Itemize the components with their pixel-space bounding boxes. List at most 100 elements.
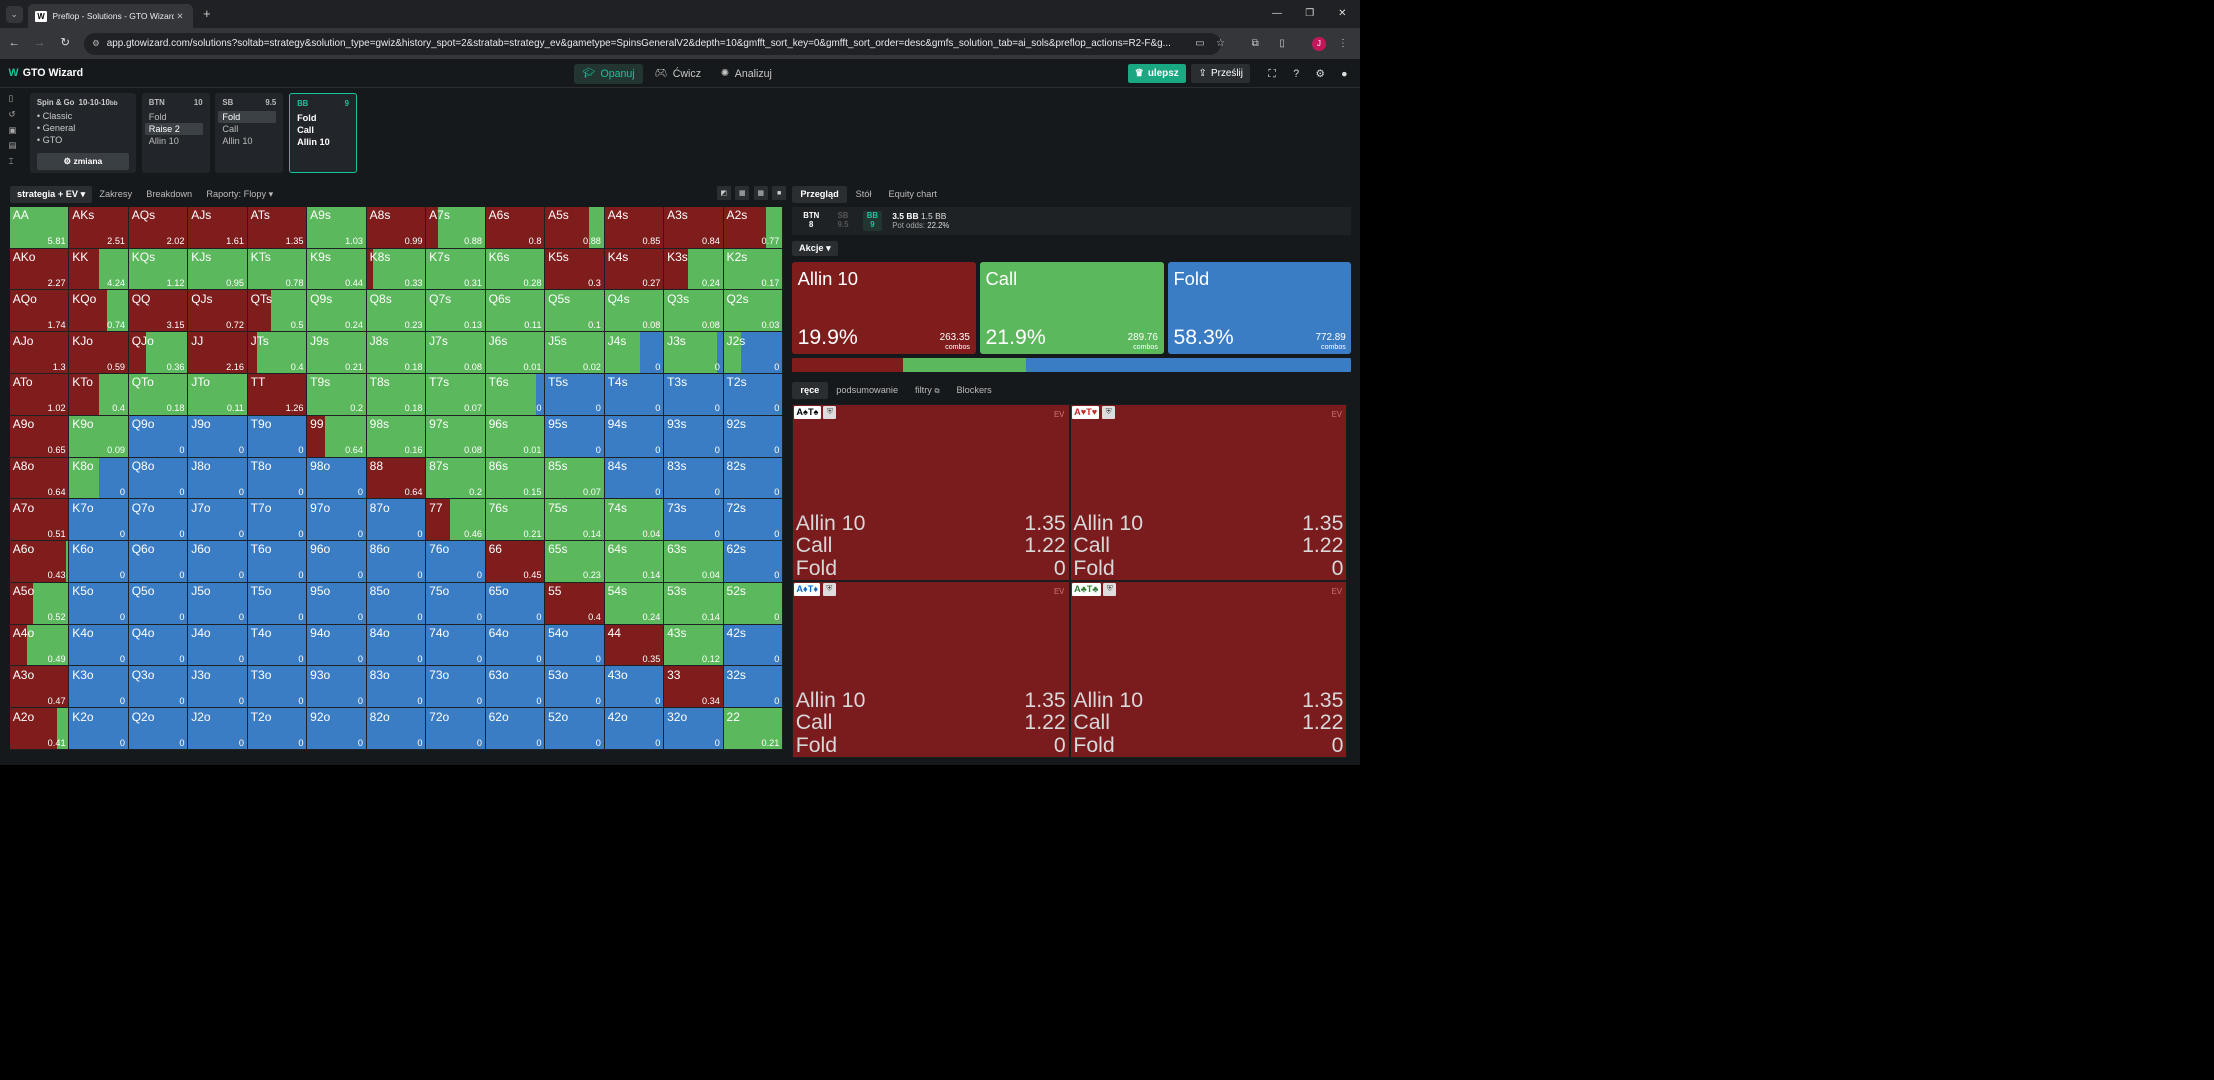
player-sb[interactable]: SB 9.5 [833, 211, 852, 231]
matrix-cell-A8s[interactable]: A8s 0.99 [366, 206, 427, 249]
spot-option[interactable]: Allin 10 [218, 135, 276, 147]
spot-bb-current[interactable]: BB 9 Fold Call Allin 10 [288, 93, 357, 173]
view-compact-icon[interactable]: ◩ [716, 185, 731, 200]
matrix-cell-52s[interactable]: 52s 0 [723, 582, 784, 625]
hand-combo-card[interactable]: A♦T♦ ⛨ EV Allin 10 1.35 Call 1.22 Fold 0 [791, 580, 1070, 758]
matrix-cell-KJo[interactable]: KJo 0.59 [69, 332, 129, 374]
spot-option[interactable]: Call [218, 123, 276, 135]
matrix-cell-K9s[interactable]: K9s 0.44 [307, 248, 367, 291]
help-icon[interactable]: ? [1289, 67, 1303, 81]
matrix-cell-72o[interactable]: 72o 0 [426, 708, 486, 750]
matrix-cell-T8o[interactable]: T8o 0 [247, 457, 308, 500]
matrix-cell-J5o[interactable]: J5o 0 [188, 582, 248, 625]
matrix-cell-A7o[interactable]: A7o 0.51 [9, 499, 70, 542]
spot-option[interactable]: Call [293, 124, 349, 136]
matrix-cell-63o[interactable]: 63o 0 [485, 666, 546, 709]
matrix-cell-64o[interactable]: 64o 0 [485, 624, 546, 667]
matrix-cell-Q9o[interactable]: Q9o 0 [128, 415, 189, 458]
bookmark-star-icon[interactable]: ☆ [1213, 37, 1227, 51]
matrix-cell-AKo[interactable]: AKo 2.27 [9, 248, 70, 291]
spot-sb[interactable]: SB 9.5 Fold Call Allin 10 [215, 93, 284, 173]
tab-blockers[interactable]: Blockers [948, 382, 1000, 399]
matrix-cell-A6s[interactable]: A6s 0.8 [485, 206, 546, 249]
tab-table[interactable]: Stół [847, 186, 880, 203]
matrix-cell-K3s[interactable]: K3s 0.24 [664, 248, 724, 291]
matrix-cell-J9s[interactable]: J9s 0.21 [307, 332, 367, 374]
history-icon[interactable]: ↺ [8, 109, 22, 125]
matrix-cell-KQo[interactable]: KQo 0.74 [69, 290, 129, 333]
matrix-cell-98o[interactable]: 98o 0 [307, 457, 367, 500]
matrix-cell-Q8s[interactable]: Q8s 0.23 [366, 290, 427, 333]
spot-option[interactable]: Fold [293, 112, 349, 124]
matrix-cell-43o[interactable]: 43o 0 [604, 666, 665, 709]
matrix-cell-97s[interactable]: 97s 0.08 [426, 415, 486, 458]
matrix-cell-62o[interactable]: 62o 0 [485, 708, 546, 750]
matrix-cell-T8s[interactable]: T8s 0.18 [366, 373, 427, 416]
settings-gear-icon[interactable]: ⚙ [1313, 67, 1327, 81]
matrix-cell-Q7s[interactable]: Q7s 0.13 [426, 290, 486, 333]
tab-strategy-ev[interactable]: strategia + EV ▾ [9, 185, 93, 203]
matrix-cell-KTo[interactable]: KTo 0.4 [69, 373, 129, 416]
matrix-cell-73o[interactable]: 73o 0 [426, 666, 486, 709]
matrix-cell-97o[interactable]: 97o 0 [307, 499, 367, 542]
share-button[interactable]: ⇪ Prześlij [1191, 64, 1251, 83]
shield-icon[interactable]: ⛨ [822, 583, 836, 596]
app-logo[interactable]: W GTO Wizard [8, 67, 83, 79]
matrix-cell-A3s[interactable]: A3s 0.84 [664, 206, 724, 249]
spot-option-selected[interactable]: Raise 2 [144, 122, 203, 136]
matrix-cell-T2s[interactable]: T2s 0 [723, 373, 784, 416]
matrix-cell-T6s[interactable]: T6s 0 [485, 373, 546, 416]
matrix-cell-J6o[interactable]: J6o 0 [188, 541, 248, 583]
matrix-cell-K8o[interactable]: K8o 0 [69, 457, 129, 500]
matrix-cell-JJ[interactable]: JJ 2.16 [188, 332, 248, 374]
side-panel-icon[interactable]: ▯ [1275, 37, 1289, 51]
matrix-cell-K4o[interactable]: K4o 0 [69, 624, 129, 667]
matrix-cell-64s[interactable]: 64s 0.14 [604, 541, 665, 583]
matrix-cell-J5s[interactable]: J5s 0.02 [545, 332, 605, 374]
change-button[interactable]: ⚙ zmiana [36, 152, 129, 170]
matrix-cell-65s[interactable]: 65s 0.23 [545, 541, 605, 583]
matrix-cell-98s[interactable]: 98s 0.16 [366, 415, 427, 458]
tab-breakdown[interactable]: Breakdown [139, 186, 199, 203]
matrix-cell-A4o[interactable]: A4o 0.49 [9, 624, 70, 667]
close-tab-icon[interactable]: ✕ [174, 11, 185, 22]
view-grid-icon[interactable]: ▦ [753, 185, 768, 200]
text-cursor-icon[interactable]: ⌶ [8, 156, 22, 172]
address-bar[interactable]: ⚙ app.gtowizard.com/solutions?soltab=str… [83, 32, 1222, 56]
matrix-cell-QJo[interactable]: QJo 0.36 [128, 332, 189, 374]
matrix-cell-Q3s[interactable]: Q3s 0.08 [664, 290, 724, 333]
matrix-cell-T3s[interactable]: T3s 0 [664, 373, 724, 416]
matrix-cell-83o[interactable]: 83o 0 [366, 666, 427, 709]
matrix-cell-87o[interactable]: 87o 0 [366, 499, 427, 542]
matrix-cell-K7o[interactable]: K7o 0 [69, 499, 129, 542]
matrix-cell-Q6o[interactable]: Q6o 0 [128, 541, 189, 583]
restore-icon[interactable]: ❐ [1293, 0, 1326, 28]
matrix-cell-42s[interactable]: 42s 0 [723, 624, 784, 667]
new-tab-icon[interactable]: + [200, 7, 214, 21]
matrix-cell-A6o[interactable]: A6o 0.43 [9, 541, 70, 583]
matrix-cell-54o[interactable]: 54o 0 [545, 624, 605, 667]
matrix-cell-ATs[interactable]: ATs 1.35 [247, 206, 308, 249]
matrix-cell-KK[interactable]: KK 4.24 [69, 248, 129, 291]
screenshot-icon[interactable]: ⛶ [1265, 67, 1279, 81]
matrix-cell-J2s[interactable]: J2s 0 [723, 332, 784, 374]
matrix-cell-66[interactable]: 66 0.45 [485, 541, 546, 583]
user-account-icon[interactable]: ● [1337, 67, 1351, 81]
matrix-cell-93s[interactable]: 93s 0 [664, 415, 724, 458]
matrix-cell-K2s[interactable]: K2s 0.17 [723, 248, 784, 291]
matrix-cell-55[interactable]: 55 0.4 [545, 582, 605, 625]
matrix-cell-32o[interactable]: 32o 0 [664, 708, 724, 750]
matrix-cell-33[interactable]: 33 0.34 [664, 666, 724, 709]
site-info-icon[interactable]: ⚙ [92, 38, 100, 49]
matrix-cell-JTo[interactable]: JTo 0.11 [188, 373, 248, 416]
matrix-cell-Q7o[interactable]: Q7o 0 [128, 499, 189, 542]
bookmark-icon[interactable]: ▯ [8, 93, 22, 109]
matrix-cell-J2o[interactable]: J2o 0 [188, 708, 248, 750]
matrix-cell-99[interactable]: 99 0.64 [307, 415, 367, 458]
matrix-cell-65o[interactable]: 65o 0 [485, 582, 546, 625]
matrix-cell-K3o[interactable]: K3o 0 [69, 666, 129, 709]
matrix-cell-T9o[interactable]: T9o 0 [247, 415, 308, 458]
matrix-cell-84o[interactable]: 84o 0 [366, 624, 427, 667]
tab-overview[interactable]: Przegląd [791, 185, 848, 203]
matrix-cell-95o[interactable]: 95o 0 [307, 582, 367, 625]
